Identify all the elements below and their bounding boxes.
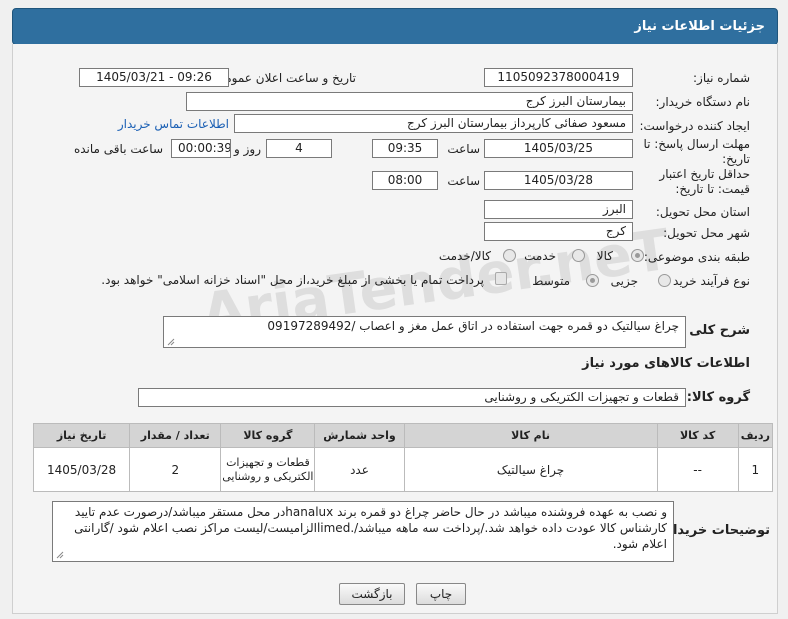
announce-label: تاریخ و ساعت اعلان عمومی: — [211, 71, 356, 85]
price-validity-time-field[interactable]: 08:00 — [372, 171, 438, 190]
cell-need-date: 1405/03/28 — [32, 447, 131, 492]
category-label: طبقه بندی موضوعی: — [643, 250, 750, 264]
process-minor-label: جزیی — [610, 274, 638, 288]
back-button[interactable]: بازگشت — [339, 583, 405, 605]
price-validity-date-field[interactable]: 1405/03/28 — [484, 171, 633, 190]
col-need-date: تاریخ نیاز — [32, 423, 131, 448]
treasury-payment-checkbox[interactable] — [495, 272, 507, 285]
need-number-field[interactable]: 1105092378000419 — [484, 68, 633, 87]
col-goods-group: گروه کالا — [220, 423, 316, 448]
cell-quantity: 2 — [129, 447, 222, 492]
announce-field[interactable]: 1405/03/21 - 09:26 — [79, 68, 229, 87]
goods-table: ردیف کد کالا نام کالا واحد شمارش گروه کا… — [32, 423, 774, 492]
category-goods-label: کالا — [596, 249, 613, 263]
price-validity-label: حداقل تاریخ اعتبار قیمت: تا تاریخ: — [659, 167, 750, 196]
process-medium-radio[interactable] — [586, 274, 599, 287]
creator-label: ایجاد کننده درخواست: — [639, 119, 750, 133]
table-row[interactable]: 1 -- چراغ سیالتیک عدد قطعات و تجهیزات ال… — [32, 447, 774, 492]
col-goods-name: نام کالا — [403, 423, 658, 448]
goods-group-field[interactable]: قطعات و تجهیزات الکتریکی و روشنایی — [138, 388, 686, 407]
remaining-time-field[interactable]: 00:00:39 — [171, 139, 231, 158]
category-goods-radio[interactable] — [631, 249, 644, 262]
deadline-label: مهلت ارسال پاسخ: تا تاریخ: — [643, 137, 750, 166]
buyer-org-label: نام دستگاه خریدار: — [655, 95, 751, 109]
cell-unit: عدد — [314, 447, 405, 492]
goods-info-title: اطلاعات کالاهای مورد نیاز — [582, 356, 750, 371]
resize-grip-icon[interactable] — [56, 551, 64, 559]
resize-grip-icon[interactable] — [167, 338, 175, 346]
cell-goods-name: چراغ سیالتیک — [403, 447, 658, 492]
need-number-label: شماره نیاز: — [693, 71, 750, 85]
page-header: جزئیات اطلاعات نیاز — [12, 8, 778, 45]
col-goods-code: کد کالا — [656, 423, 739, 448]
city-label: شهر محل تحویل: — [663, 226, 750, 240]
price-validity-time-label: ساعت — [447, 174, 480, 188]
category-goods-service-radio[interactable] — [503, 249, 516, 262]
buyer-notes-label: توضیحات خریدار: — [660, 523, 770, 538]
remaining-label: ساعت باقی مانده — [73, 142, 163, 156]
province-field[interactable]: البرز — [484, 200, 633, 219]
days-label: روز و — [234, 142, 261, 156]
category-goods-service-label: کالا/خدمت — [438, 249, 491, 263]
category-service-label: خدمت — [524, 249, 556, 263]
creator-field[interactable]: مسعود صفائی کارپرداز بیمارستان البرز کرج — [234, 114, 633, 133]
payment-note: پرداخت تمام یا بخشی از مبلغ خرید،از محل … — [101, 273, 484, 287]
days-field[interactable]: 4 — [266, 139, 332, 158]
category-service-radio[interactable] — [572, 249, 585, 262]
cell-goods-code: -- — [656, 447, 739, 492]
page-title: جزئیات اطلاعات نیاز — [634, 19, 765, 34]
print-button[interactable]: چاپ — [416, 583, 466, 605]
col-unit: واحد شمارش — [314, 423, 405, 448]
process-label: نوع فرآیند خرید : — [665, 274, 750, 288]
contact-info-link[interactable]: اطلاعات تماس خریدار — [118, 117, 229, 131]
deadline-time-field[interactable]: 09:35 — [372, 139, 438, 158]
province-label: استان محل تحویل: — [655, 205, 750, 219]
deadline-date-field[interactable]: 1405/03/25 — [484, 139, 633, 158]
buyer-notes-field[interactable]: و نصب به عهده فروشنده میباشد در حال حاضر… — [52, 501, 674, 562]
col-row-number: ردیف — [737, 423, 774, 448]
city-field[interactable]: کرج — [484, 222, 633, 241]
col-quantity: تعداد / مقدار — [129, 423, 222, 448]
description-field[interactable]: چراغ سیالتیک دو قمره جهت استفاده در اتاق… — [163, 316, 686, 348]
deadline-time-label: ساعت — [447, 142, 480, 156]
cell-row-number: 1 — [737, 447, 774, 492]
goods-group-label: گروه کالا: — [686, 390, 750, 405]
process-medium-label: متوسط — [532, 274, 570, 288]
process-minor-radio[interactable] — [658, 274, 671, 287]
cell-goods-group: قطعات و تجهیزات الکتریکی و روشنایی — [220, 447, 316, 492]
buyer-org-field[interactable]: بیمارستان البرز کرج — [186, 92, 633, 111]
table-header-row: ردیف کد کالا نام کالا واحد شمارش گروه کا… — [32, 423, 774, 448]
